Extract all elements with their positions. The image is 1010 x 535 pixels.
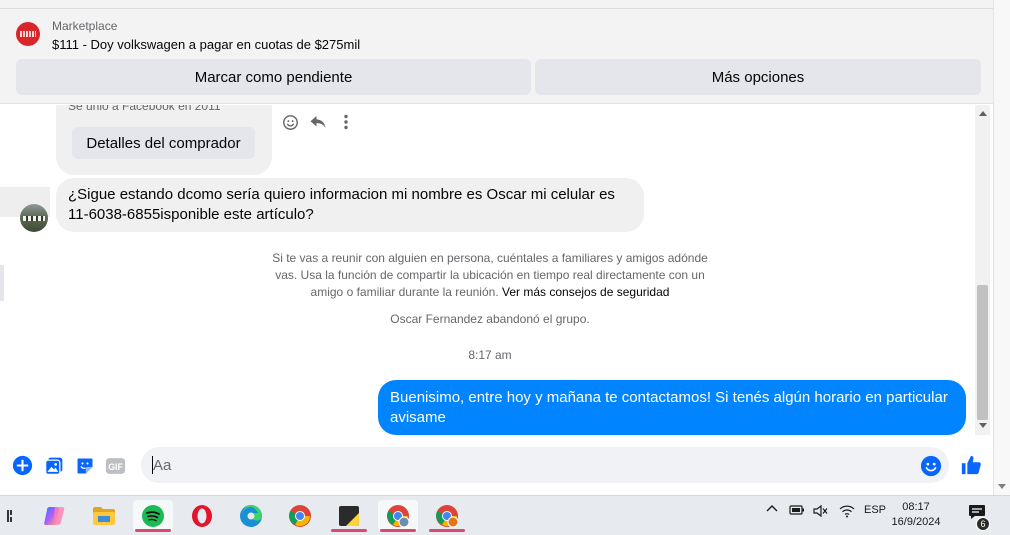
marketplace-label: Marketplace	[52, 19, 118, 33]
mark-pending-button[interactable]: Marcar como pendiente	[16, 59, 531, 95]
show-hidden-icons-chevron-icon[interactable]	[764, 504, 780, 512]
sticky-notes-icon[interactable]	[329, 500, 369, 532]
message-composer: GIF	[0, 441, 993, 495]
volume-muted-icon[interactable]	[812, 504, 830, 518]
chrome-profile-running-indicator	[380, 529, 416, 532]
input-language[interactable]: ESP	[862, 504, 888, 516]
windows-taskbar: ESP 08:17 16/9/2024 6	[0, 495, 1010, 535]
edge-icon[interactable]	[231, 500, 271, 532]
scroll-thumb[interactable]	[977, 285, 988, 420]
clock-date: 16/9/2024	[891, 516, 941, 528]
like-thumbs-up-icon[interactable]	[960, 454, 982, 476]
battery-icon[interactable]	[788, 504, 806, 516]
message-input[interactable]	[141, 447, 949, 483]
buyer-joined-text: Se unió a Facebook en 2011	[68, 105, 221, 113]
scroll-down-arrow-icon[interactable]	[979, 423, 987, 428]
more-actions-icon[interactable]	[337, 113, 355, 131]
chrome-icon[interactable]	[280, 500, 320, 532]
system-clock[interactable]: 08:17 16/9/2024	[888, 500, 944, 530]
page-scrollbar[interactable]	[993, 0, 1010, 495]
safety-tips-link[interactable]: Ver más consejos de seguridad	[502, 285, 669, 299]
text-caret	[152, 456, 153, 474]
system-message: Oscar Fernandez abandonó el grupo.	[390, 312, 590, 326]
widgets-icon[interactable]	[0, 500, 26, 532]
left-edge-handle	[0, 265, 4, 301]
wifi-icon[interactable]	[838, 504, 856, 518]
listing-title[interactable]: $111 - Doy volkswagen a pagar en cuotas …	[52, 37, 360, 52]
outgoing-message-bubble[interactable]: Buenisimo, entre hoy y mañana te contact…	[378, 380, 966, 435]
chat-thread[interactable]: Se unió a Facebook en 2011 Detalles del …	[0, 105, 975, 441]
scroll-up-arrow-icon[interactable]	[979, 111, 987, 116]
file-explorer-icon[interactable]	[84, 500, 124, 532]
emoji-icon[interactable]	[920, 455, 942, 477]
chrome-profile-2-running-indicator	[429, 529, 465, 532]
sticker-icon[interactable]	[74, 455, 95, 476]
spotify-running-indicator	[135, 529, 171, 532]
opera-icon[interactable]	[182, 500, 222, 532]
gif-label: GIF	[108, 461, 123, 471]
more-options-button[interactable]: Más opciones	[535, 59, 981, 95]
message-timestamp: 8:17 am	[468, 348, 512, 362]
react-icon[interactable]	[281, 113, 299, 131]
message-actions	[281, 113, 355, 131]
safety-notice: Si te vas a reunir con alguien en person…	[262, 250, 718, 301]
marketplace-header: Marketplace $111 - Doy volkswagen a paga…	[0, 0, 994, 104]
buyer-details-button[interactable]: Detalles del comprador	[72, 127, 255, 159]
sender-avatar[interactable]	[20, 204, 48, 232]
header-divider	[0, 8, 994, 9]
clock-time: 08:17	[902, 501, 930, 513]
chat-scrollbar[interactable]	[975, 105, 990, 435]
add-plus-icon[interactable]	[12, 455, 33, 476]
gif-icon[interactable]: GIF	[105, 455, 126, 476]
notification-count-badge: 6	[976, 517, 990, 531]
page-scroll-down-arrow-icon[interactable]	[998, 484, 1006, 489]
incoming-message-bubble[interactable]: ¿Sigue estando dcomo sería quiero inform…	[56, 178, 644, 232]
composer-actions: GIF	[12, 455, 126, 476]
chrome-profile-2-icon[interactable]	[427, 500, 467, 532]
sticky-notes-running-indicator	[331, 529, 367, 532]
photo-gallery-icon[interactable]	[43, 455, 64, 476]
copilot-icon[interactable]	[34, 500, 74, 532]
chrome-profile-icon[interactable]	[378, 500, 418, 532]
spotify-icon[interactable]	[133, 500, 173, 532]
listing-thumbnail[interactable]	[16, 22, 40, 46]
reply-icon[interactable]	[309, 113, 327, 131]
